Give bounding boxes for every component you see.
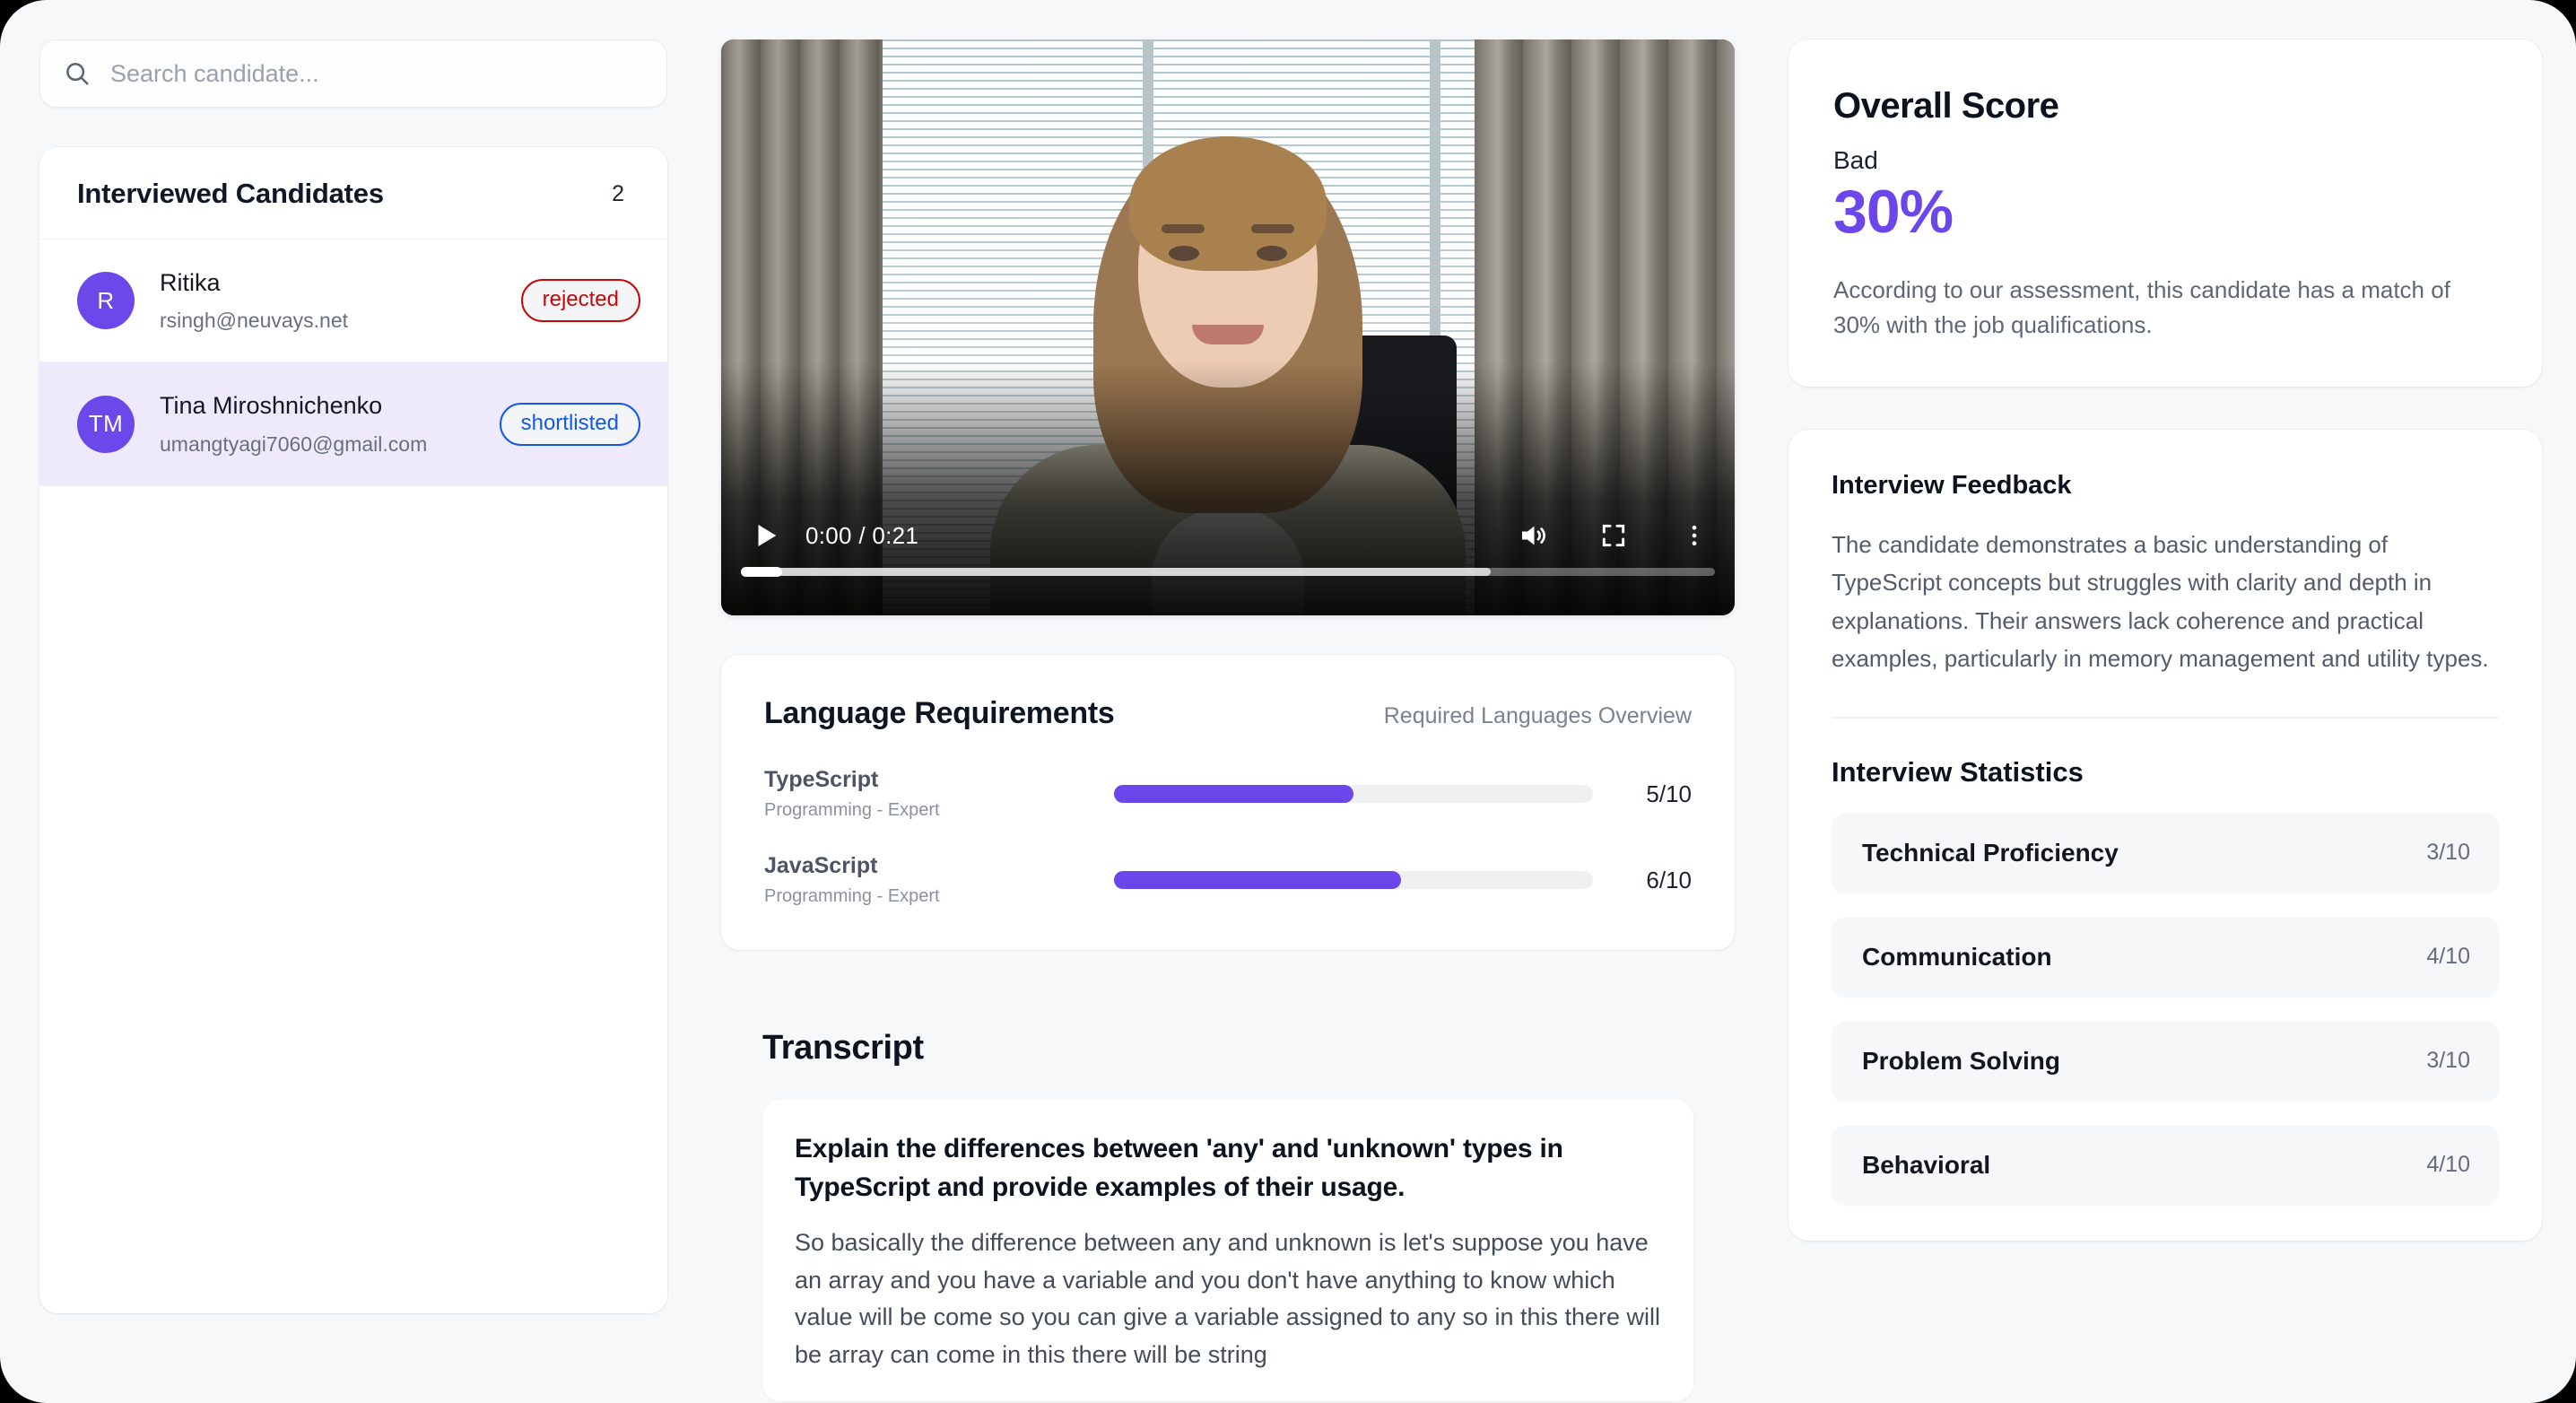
stat-score: 4/10 xyxy=(2426,944,2470,970)
video-time-display: 0:00 / 0:21 xyxy=(805,521,919,549)
candidate-email: rsingh@neuvays.net xyxy=(160,309,349,333)
language-name: JavaScript xyxy=(764,853,878,878)
stat-row-behavioral: Behavioral 4/10 xyxy=(1832,1125,2499,1205)
status-badge: shortlisted xyxy=(499,402,640,446)
overall-score-description: According to our assessment, this candid… xyxy=(1833,275,2450,339)
stat-label: Technical Proficiency xyxy=(1862,838,2119,867)
stat-row-problem-solving: Problem Solving 3/10 xyxy=(1832,1021,2499,1101)
transcript-answer: So basically the difference between any … xyxy=(795,1229,1661,1368)
candidate-name: Ritika xyxy=(160,269,221,296)
stat-score: 3/10 xyxy=(2426,1048,2470,1074)
language-type: Programming - Expert xyxy=(764,800,940,820)
overall-score-percent: 30% xyxy=(1833,178,1954,246)
language-progress-track xyxy=(1114,785,1593,803)
candidates-count: 2 xyxy=(612,180,624,206)
fullscreen-icon[interactable] xyxy=(1593,515,1634,556)
avatar: R xyxy=(77,272,135,330)
candidate-email: umangtyagi7060@gmail.com xyxy=(160,431,428,456)
transcript-question: Explain the differences between 'any' an… xyxy=(795,1134,1563,1202)
candidates-title: Interviewed Candidates xyxy=(77,178,384,209)
overall-score-card: Overall Score Bad 30% According to our a… xyxy=(1788,39,2542,387)
interview-feedback-title: Interview Feedback xyxy=(1832,470,2072,500)
stat-row-communication: Communication 4/10 xyxy=(1832,917,2499,997)
interviewed-candidates-card: Interviewed Candidates 2 R Ritika rsingh… xyxy=(39,147,667,1313)
play-icon[interactable] xyxy=(746,516,786,555)
transcript-title: Transcript xyxy=(762,1029,924,1067)
candidates-sidebar: Interviewed Candidates 2 R Ritika rsingh… xyxy=(39,39,667,1313)
search-bar[interactable] xyxy=(39,39,667,108)
interview-feedback-text: The candidate demonstrates a basic under… xyxy=(1832,530,2489,672)
divider xyxy=(1832,717,2499,719)
video-scrubber-handle[interactable] xyxy=(741,567,782,577)
search-icon xyxy=(64,60,91,87)
language-progress-fill xyxy=(1114,785,1353,803)
stat-label: Behavioral xyxy=(1862,1150,1991,1179)
language-type: Programming - Expert xyxy=(764,886,940,906)
language-list: TypeScript Programming - Expert 5/10 Jav… xyxy=(764,767,1692,907)
language-meta: TypeScript Programming - Expert xyxy=(764,767,1114,821)
candidate-info: Tina Miroshnichenko umangtyagi7060@gmail… xyxy=(160,389,474,458)
main-content: 0:00 / 0:21 Language Requirements Requir… xyxy=(721,39,1735,1401)
language-header: Language Requirements Required Languages… xyxy=(764,696,1692,731)
stat-score: 4/10 xyxy=(2426,1152,2470,1178)
language-progress-track xyxy=(1114,871,1593,889)
candidates-header: Interviewed Candidates 2 xyxy=(39,147,667,240)
search-input[interactable] xyxy=(110,59,643,88)
overall-score-title: Overall Score xyxy=(1833,86,2059,126)
volume-icon[interactable] xyxy=(1512,515,1553,556)
interview-video-player[interactable]: 0:00 / 0:21 xyxy=(721,39,1735,615)
language-title: Language Requirements xyxy=(764,696,1115,730)
more-options-icon[interactable] xyxy=(1674,515,1715,556)
candidate-row-tina[interactable]: TM Tina Miroshnichenko umangtyagi7060@gm… xyxy=(39,362,667,486)
transcript-entry: Explain the differences between 'any' an… xyxy=(762,1100,1693,1401)
language-meta: JavaScript Programming - Expert xyxy=(764,853,1114,907)
status-badge: rejected xyxy=(520,279,640,323)
stat-label: Communication xyxy=(1862,942,2052,971)
video-controls: 0:00 / 0:21 xyxy=(721,499,1735,615)
language-subtitle: Required Languages Overview xyxy=(1383,703,1692,728)
language-row: JavaScript Programming - Expert 6/10 xyxy=(764,853,1692,907)
language-name: TypeScript xyxy=(764,767,879,792)
avatar: TM xyxy=(77,395,135,453)
feedback-and-stats-card: Interview Feedback The candidate demonst… xyxy=(1788,429,2542,1241)
candidate-row-ritika[interactable]: R Ritika rsingh@neuvays.net rejected xyxy=(39,240,667,363)
evaluation-sidebar: Overall Score Bad 30% According to our a… xyxy=(1788,39,2542,1241)
language-score: 5/10 xyxy=(1646,780,1692,807)
candidate-name: Tina Miroshnichenko xyxy=(160,392,383,420)
video-progress-bar[interactable] xyxy=(741,567,1715,577)
language-row: TypeScript Programming - Expert 5/10 xyxy=(764,767,1692,821)
transcript-card: Transcript Explain the differences betwe… xyxy=(721,989,1735,1401)
stat-label: Problem Solving xyxy=(1862,1046,2060,1075)
interview-statistics-title: Interview Statistics xyxy=(1832,755,2084,788)
video-buffered xyxy=(741,568,1492,576)
stat-score: 3/10 xyxy=(2426,840,2470,866)
candidate-info: Ritika rsingh@neuvays.net xyxy=(160,266,496,335)
app-viewport: Interviewed Candidates 2 R Ritika rsingh… xyxy=(0,0,2576,1403)
language-progress-fill xyxy=(1114,871,1402,889)
language-requirements-card: Language Requirements Required Languages… xyxy=(721,655,1735,950)
language-score: 6/10 xyxy=(1646,866,1692,893)
stat-row-technical-proficiency: Technical Proficiency 3/10 xyxy=(1832,813,2499,893)
overall-score-rating: Bad xyxy=(1833,146,1878,174)
